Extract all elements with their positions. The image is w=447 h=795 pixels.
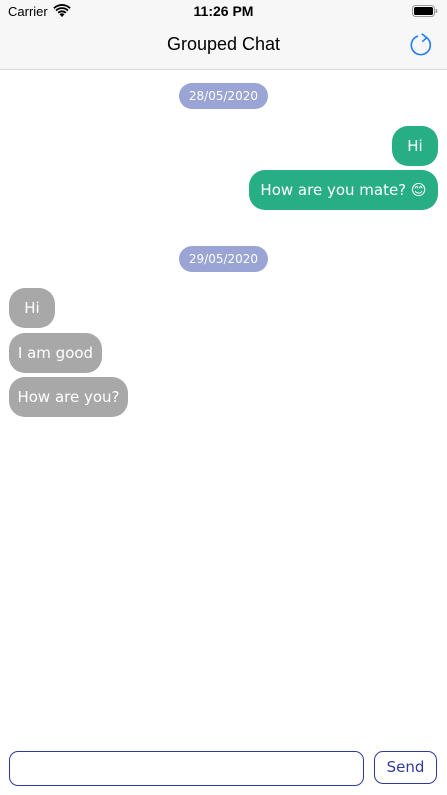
sent-message[interactable]: How are you mate? 😊: [249, 170, 438, 210]
chat-screen: Carrier 11:26 PM Grouped Chat 28/05/2020…: [0, 0, 447, 795]
status-time: 11:26 PM: [193, 3, 254, 19]
received-message[interactable]: Hi: [9, 288, 55, 328]
date-header: 28/05/2020: [179, 83, 268, 109]
sent-message[interactable]: Hi: [392, 126, 438, 166]
refresh-icon[interactable]: [407, 31, 435, 59]
battery-icon: [412, 5, 438, 17]
message-input[interactable]: [9, 751, 364, 786]
status-bar: Carrier 11:26 PM: [0, 0, 447, 22]
navigation-bar: Grouped Chat: [0, 22, 447, 70]
message-list[interactable]: 28/05/2020 Hi How are you mate? 😊 29/05/…: [0, 70, 447, 740]
composer-bar: Send: [0, 740, 447, 795]
page-title: Grouped Chat: [166, 34, 281, 54]
send-button[interactable]: Send: [374, 751, 437, 784]
received-message[interactable]: I am good: [9, 333, 102, 373]
received-message[interactable]: How are you?: [9, 377, 128, 417]
date-header: 29/05/2020: [179, 246, 268, 272]
